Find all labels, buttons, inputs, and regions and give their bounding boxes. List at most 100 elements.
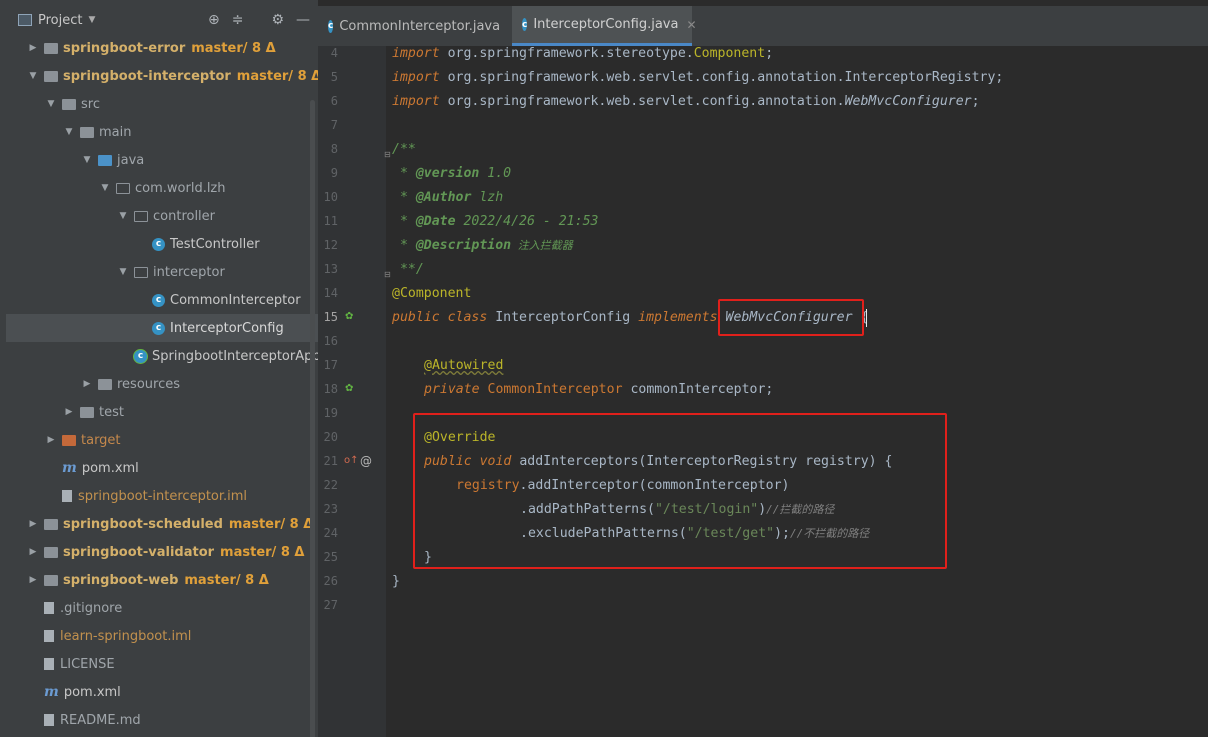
project-title: Project <box>38 12 83 28</box>
fold-icon[interactable]: ⊟ <box>384 150 391 159</box>
line-number: 25 <box>323 550 338 564</box>
tree-item[interactable]: ▶ learn-springboot.iml <box>6 622 318 650</box>
tree-item-label: learn-springboot.iml <box>60 628 192 644</box>
spring-bean-icon[interactable]: ✿ <box>345 311 353 322</box>
tree-item[interactable]: ▼ src <box>6 90 318 118</box>
project-panel: Project ▼ ⊕ ≑ ⚙ — ▶ springboot-error mas… <box>0 0 318 737</box>
locate-icon[interactable]: ⊕ <box>208 12 220 28</box>
chevron-right-icon[interactable]: ▶ <box>26 547 40 557</box>
tree-item[interactable]: ▼ interceptor <box>6 258 318 286</box>
resources-folder-icon <box>98 378 112 390</box>
chevron-down-icon[interactable]: ▼ <box>44 99 58 109</box>
source-folder-icon <box>98 154 112 166</box>
tree-item[interactable]: ▶ m pom.xml <box>6 678 318 706</box>
tree-item[interactable]: ▶ c SpringbootInterceptorApplica <box>6 342 318 370</box>
override-icon[interactable]: o↑ <box>344 455 359 466</box>
tree-scrollbar[interactable] <box>310 100 315 737</box>
tree-item[interactable]: ▶ springboot-scheduled master/ 8 Δ <box>6 510 318 538</box>
package-icon <box>134 210 148 222</box>
tree-item-label: java <box>117 152 145 168</box>
chevron-down-icon[interactable]: ▼ <box>116 211 130 221</box>
code-line-13: **/ <box>392 262 424 277</box>
code-line-9: * @version 1.0 <box>392 166 512 181</box>
chevron-right-icon[interactable]: ▶ <box>80 379 94 389</box>
tree-item-label: CommonInterceptor <box>170 292 301 308</box>
project-icon <box>18 14 32 26</box>
chevron-down-icon[interactable]: ▼ <box>26 71 40 81</box>
text-caret <box>866 309 867 327</box>
class-icon: c <box>152 293 165 307</box>
tree-item-label: springboot-validator <box>63 544 215 560</box>
tree-item[interactable]: ▶ c CommonInterceptor <box>6 286 318 314</box>
chevron-right-icon[interactable]: ▶ <box>62 407 76 417</box>
collapse-icon[interactable]: ≑ <box>232 12 244 28</box>
spring-bean-icon[interactable]: ✿ <box>345 383 353 394</box>
module-folder-icon <box>44 42 58 54</box>
line-number: 10 <box>323 190 338 204</box>
tree-item[interactable]: ▶ LICENSE <box>6 650 318 678</box>
line-number: 13 <box>323 262 338 276</box>
editor-tabs: c CommonInterceptor.java c InterceptorCo… <box>318 6 1208 46</box>
tree-item[interactable]: ▶ m pom.xml <box>6 454 318 482</box>
tree-item[interactable]: ▼ java <box>6 146 318 174</box>
tree-item[interactable]: ▶ springboot-error master/ 8 Δ <box>6 34 318 62</box>
tab-common-interceptor[interactable]: c CommonInterceptor.java <box>318 6 502 46</box>
chevron-right-icon[interactable]: ▶ <box>26 519 40 529</box>
tab-interceptor-config[interactable]: c InterceptorConfig.java ✕ <box>512 6 697 46</box>
file-icon <box>44 658 54 670</box>
line-number: 11 <box>323 214 338 228</box>
git-branch-badge: master/ 8 Δ <box>191 40 276 56</box>
tree-item[interactable]: ▶ springboot-validator master/ 8 Δ <box>6 538 318 566</box>
tree-item[interactable]: ▶ test <box>6 398 318 426</box>
tree-item[interactable]: ▶ springboot-web master/ 8 Δ <box>6 566 318 594</box>
line-number: 18 <box>323 382 338 396</box>
excluded-folder-icon <box>62 434 76 446</box>
line-number: 14 <box>323 286 338 300</box>
folder-icon <box>80 406 94 418</box>
tree-item-selected[interactable]: ▶ c InterceptorConfig <box>6 314 318 342</box>
tree-item[interactable]: ▶ c TestController <box>6 230 318 258</box>
tree-item-label: README.md <box>60 712 141 728</box>
module-folder-icon <box>44 546 58 558</box>
tree-item-label: InterceptorConfig <box>170 320 284 336</box>
tree-item[interactable]: ▶ resources <box>6 370 318 398</box>
tree-item-label: LICENSE <box>60 656 115 672</box>
code-line-5: import org.springframework.web.servlet.c… <box>392 70 1004 85</box>
close-icon[interactable]: ✕ <box>686 18 696 32</box>
project-panel-header[interactable]: Project ▼ ⊕ ≑ ⚙ — <box>6 8 318 32</box>
tree-item[interactable]: ▼ com.world.lzh <box>6 174 318 202</box>
chevron-right-icon[interactable]: ▶ <box>26 575 40 585</box>
tree-item-label: springboot-scheduled <box>63 516 223 532</box>
tree-item[interactable]: ▼ main <box>6 118 318 146</box>
tree-item[interactable]: ▼ controller <box>6 202 318 230</box>
tree-item[interactable]: ▶ README.md <box>6 706 318 734</box>
chevron-down-icon[interactable]: ▼ <box>98 183 112 193</box>
code-line-6: import org.springframework.web.servlet.c… <box>392 94 980 109</box>
class-icon: c <box>152 321 165 335</box>
gear-icon[interactable]: ⚙ <box>271 12 284 28</box>
chevron-down-icon[interactable]: ▼ <box>62 127 76 137</box>
at-annotation-icon[interactable]: @ <box>360 454 372 468</box>
tab-label: CommonInterceptor.java <box>339 18 501 34</box>
tree-item-label: target <box>81 432 121 448</box>
tree-item[interactable]: ▶ target <box>6 426 318 454</box>
line-number: 26 <box>323 574 338 588</box>
highlight-box-method <box>413 413 947 569</box>
minimize-icon[interactable]: — <box>296 12 310 28</box>
code-line-12: * @Description 注入拦截器 <box>392 238 573 253</box>
fold-icon[interactable]: ⊟ <box>384 270 391 279</box>
tree-item[interactable]: ▶ .gitignore <box>6 594 318 622</box>
chevron-right-icon[interactable]: ▶ <box>26 43 40 53</box>
line-number: 22 <box>323 478 338 492</box>
tree-item-label: pom.xml <box>81 460 139 476</box>
chevron-down-icon[interactable]: ▼ <box>116 267 130 277</box>
tree-item[interactable]: ▶ springboot-interceptor.iml <box>6 482 318 510</box>
chevron-right-icon[interactable]: ▶ <box>44 435 58 445</box>
folder-icon <box>80 126 94 138</box>
code-line-14: @Component <box>392 286 472 301</box>
chevron-down-icon[interactable]: ▼ <box>80 155 94 165</box>
tree-item[interactable]: ▼ springboot-interceptor master/ 8 Δ <box>6 62 318 90</box>
chevron-down-icon[interactable]: ▼ <box>88 15 95 25</box>
code-line-4: import org.springframework.stereotype.Co… <box>392 46 774 61</box>
line-number: 27 <box>323 598 338 612</box>
